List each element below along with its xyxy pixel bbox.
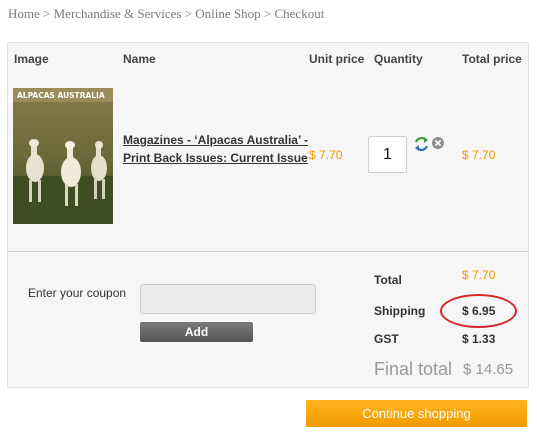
breadcrumb-home[interactable]: Home — [8, 6, 40, 21]
magazine-cover-image: ALPACAS AUSTRALIA — [13, 88, 113, 224]
quantity-actions — [413, 135, 447, 153]
breadcrumb-separator: > — [181, 6, 196, 21]
shipping-label: Shipping — [374, 304, 426, 318]
unit-price: $ 7.70 — [309, 148, 343, 162]
row-total-price: $ 7.70 — [462, 148, 496, 162]
final-total-value: $ 14.65 — [463, 361, 514, 378]
total-label: Total — [374, 273, 402, 287]
breadcrumb-online-shop[interactable]: Online Shop — [195, 6, 260, 21]
continue-shopping-button[interactable]: Continue shopping — [306, 400, 527, 427]
header-quantity: Quantity — [374, 52, 423, 66]
total-value: $ 7.70 — [462, 268, 496, 282]
header-total-price: Total price — [462, 52, 522, 66]
breadcrumb-separator: > — [39, 6, 54, 21]
breadcrumb-separator: > — [260, 6, 275, 21]
remove-icon[interactable] — [432, 137, 444, 149]
gst-value: $ 1.33 — [462, 332, 496, 346]
cover-title: ALPACAS AUSTRALIA — [17, 91, 105, 100]
product-thumbnail[interactable]: ALPACAS AUSTRALIA — [13, 88, 113, 224]
breadcrumb-merchandise[interactable]: Merchandise & Services — [54, 6, 182, 21]
cart-panel: Image Name Unit price Quantity Total pri… — [7, 42, 529, 388]
divider — [8, 251, 528, 252]
quantity-input[interactable]: 1 — [368, 136, 407, 173]
header-unit-price: Unit price — [309, 52, 365, 66]
final-total-label: Final total — [374, 359, 453, 379]
gst-label: GST — [374, 332, 399, 346]
header-image: Image — [14, 52, 49, 66]
product-name-link[interactable]: Magazines - ‘Alpacas Australia’ - Print … — [123, 131, 308, 167]
highlight-circle — [440, 294, 517, 328]
header-name: Name — [123, 52, 156, 66]
breadcrumb: Home > Merchandise & Services > Online S… — [8, 6, 324, 22]
breadcrumb-checkout: Checkout — [274, 6, 325, 21]
coupon-input[interactable] — [140, 284, 316, 314]
refresh-icon[interactable] — [414, 137, 429, 151]
coupon-label: Enter your coupon — [28, 286, 127, 300]
add-coupon-button[interactable]: Add — [140, 322, 253, 342]
